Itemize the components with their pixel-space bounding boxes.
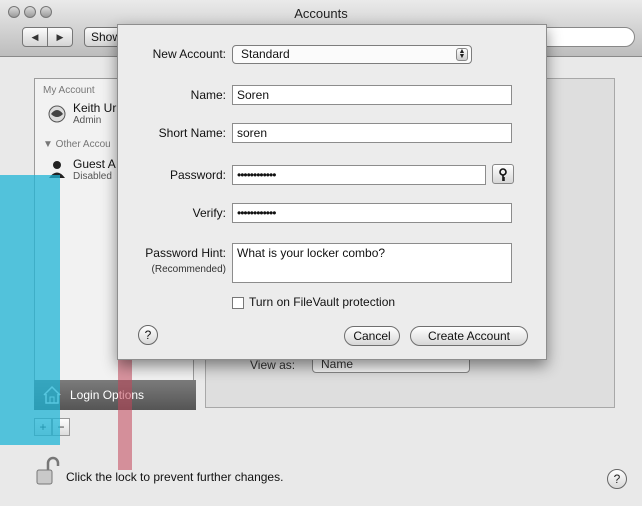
password-hint-recommended: (Recommended) — [151, 264, 226, 275]
name-label: Name: — [190, 88, 226, 102]
guest-account-name[interactable]: Guest A — [73, 157, 116, 171]
guest-account-status: Disabled — [73, 171, 112, 182]
new-account-sheet: New Account: Standard ▲ ▼ Name: Soren Sho… — [117, 24, 547, 360]
back-button[interactable]: ◀ — [22, 27, 48, 47]
password-label: Password: — [169, 168, 226, 182]
account-type-value: Standard — [241, 47, 290, 61]
my-account-name[interactable]: Keith Ur — [73, 101, 116, 115]
user-avatar-icon — [47, 104, 67, 124]
password-field[interactable]: •••••••••••• — [232, 165, 486, 185]
lock-icon[interactable] — [36, 456, 60, 489]
help-button[interactable]: ? — [607, 469, 627, 489]
watermark-stripe — [118, 360, 132, 470]
name-field[interactable]: Soren — [232, 85, 512, 105]
cancel-button[interactable]: Cancel — [344, 326, 400, 346]
back-arrow-icon: ◀ — [31, 31, 39, 42]
password-assistant-button[interactable] — [492, 164, 514, 184]
verify-field[interactable]: •••••••••••• — [232, 203, 512, 223]
filevault-label[interactable]: Turn on FileVault protection — [249, 295, 395, 309]
short-name-label: Short Name: — [158, 126, 226, 140]
other-accounts-header[interactable]: ▼ Other Accou — [43, 139, 111, 150]
short-name-field[interactable]: soren — [232, 123, 512, 143]
new-account-label: New Account: — [152, 47, 226, 61]
filevault-checkbox[interactable] — [232, 297, 244, 309]
forward-button[interactable]: ▶ — [47, 27, 73, 47]
forward-arrow-icon: ▶ — [56, 31, 64, 42]
password-hint-field[interactable]: What is your locker combo? — [232, 243, 512, 283]
accounts-window: Accounts ◀ ▶ Show All My Account Keith U… — [0, 0, 642, 506]
my-account-header: My Account — [43, 85, 95, 96]
account-type-popup[interactable]: Standard ▲ ▼ — [232, 45, 472, 64]
popup-arrows-icon: ▲ ▼ — [456, 48, 468, 61]
my-account-role: Admin — [73, 115, 102, 126]
verify-label: Verify: — [192, 206, 226, 220]
watermark-banner-left — [0, 175, 60, 445]
lock-message: Click the lock to prevent further change… — [66, 470, 284, 484]
create-account-button[interactable]: Create Account — [410, 326, 528, 346]
login-options-label: Login Options — [70, 388, 145, 402]
window-title: Accounts — [294, 6, 348, 21]
sheet-help-button[interactable]: ? — [138, 325, 158, 345]
key-icon — [498, 167, 508, 181]
view-as-label: View as: — [250, 358, 296, 372]
password-hint-label: Password Hint: — [145, 246, 226, 260]
